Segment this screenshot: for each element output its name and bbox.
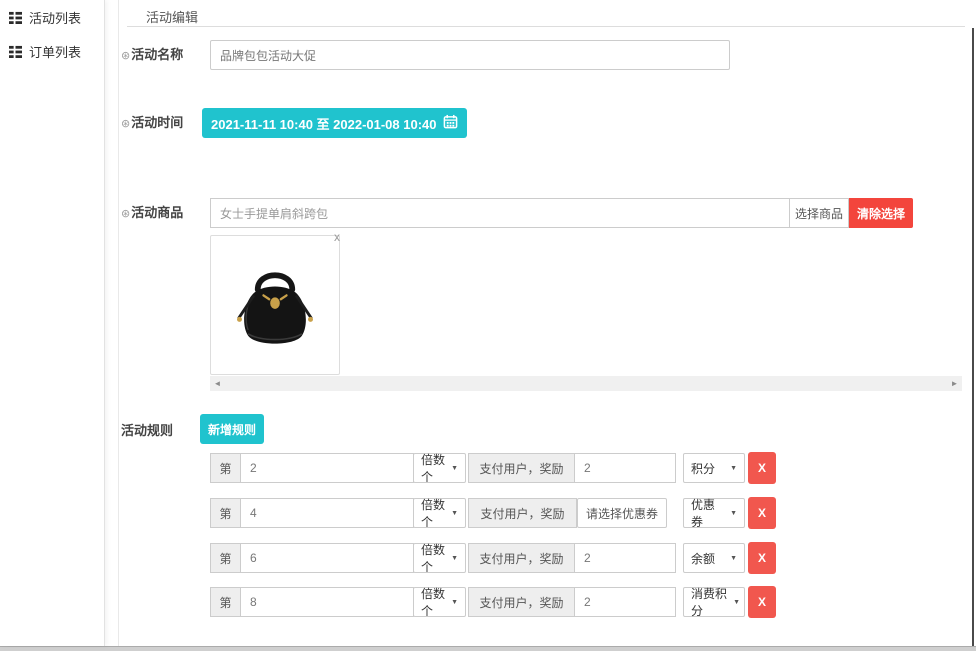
rule-unit-select[interactable]: 倍数个▼ (413, 587, 466, 617)
chevron-down-icon: ▼ (733, 599, 740, 606)
sidebar-item-order-list[interactable]: 订单列表 (9, 42, 81, 61)
rule-prefix: 第 (210, 543, 241, 573)
sidebar-item-label: 活动列表 (29, 8, 81, 27)
delete-rule-button[interactable]: X (748, 586, 776, 618)
activity-time-label: ⊛活动时间 (121, 112, 183, 131)
chevron-down-icon: ▼ (451, 599, 458, 606)
chevron-down-icon: ▼ (730, 510, 737, 517)
scroll-left-icon[interactable]: ◄ (210, 376, 225, 391)
horizontal-scrollbar[interactable]: ◄ ► (210, 376, 962, 391)
tab-underline (127, 26, 965, 27)
list-icon (9, 45, 22, 58)
activity-product-label: ⊛活动商品 (121, 202, 183, 221)
activity-edit-page: 活动列表 订单列表 活动编辑 ⊛活动名称 ⊛活动时间 2021-11-11 10… (0, 0, 976, 651)
delete-rule-button[interactable]: X (748, 542, 776, 574)
rule-count-input[interactable] (240, 587, 414, 617)
activity-time-range-button[interactable]: 2021-11-11 10:40 至 2022-01-08 10:40 (202, 108, 467, 138)
rule-prefix: 第 (210, 453, 241, 483)
product-name-input[interactable] (210, 198, 790, 228)
sidebar: 活动列表 订单列表 (0, 0, 105, 646)
time-range-text: 2021-11-11 10:40 至 2022-01-08 10:40 (211, 114, 437, 133)
chevron-down-icon: ▼ (451, 510, 458, 517)
rule-prefix: 第 (210, 587, 241, 617)
rule-count-input[interactable] (240, 498, 414, 528)
chevron-down-icon: ▼ (730, 555, 737, 562)
sidebar-item-activity-list[interactable]: 活动列表 (9, 8, 81, 27)
panel-left-border (118, 0, 119, 646)
rule-reward-input[interactable] (574, 453, 676, 483)
required-icon: ⊛ (121, 208, 130, 220)
delete-rule-button[interactable]: X (748, 497, 776, 529)
rule-reward-label: 支付用户，奖励 (468, 543, 575, 573)
product-image (210, 235, 340, 375)
calendar-icon (443, 114, 458, 132)
remove-product-icon[interactable]: x (334, 231, 340, 243)
rule-reward-input[interactable] (574, 587, 676, 617)
clear-selection-button[interactable]: 清除选择 (849, 198, 913, 228)
rule-unit-select[interactable]: 倍数个▼ (413, 498, 466, 528)
rule-reward-label: 支付用户，奖励 (468, 453, 575, 483)
rule-type-select[interactable]: 余额▼ (683, 543, 745, 573)
rule-type-select[interactable]: 优惠券▼ (683, 498, 745, 528)
required-icon: ⊛ (121, 50, 130, 62)
chevron-down-icon: ▼ (730, 465, 737, 472)
rule-reward-input[interactable] (574, 543, 676, 573)
activity-rules-label: 活动规则 (121, 420, 173, 439)
page-bottom-bar (0, 646, 976, 651)
activity-name-label: ⊛活动名称 (121, 44, 183, 63)
required-icon: ⊛ (121, 118, 130, 130)
select-coupon-button[interactable]: 请选择优惠券 (577, 498, 667, 528)
delete-rule-button[interactable]: X (748, 452, 776, 484)
rule-count-input[interactable] (240, 543, 414, 573)
rule-unit-select[interactable]: 倍数个▼ (413, 543, 466, 573)
list-icon (9, 11, 22, 24)
rule-prefix: 第 (210, 498, 241, 528)
handbag-graphic (227, 249, 323, 361)
chevron-down-icon: ▼ (451, 555, 458, 562)
rule-reward-label: 支付用户，奖励 (468, 498, 577, 528)
rule-count-input[interactable] (240, 453, 414, 483)
tab-activity-edit[interactable]: 活动编辑 (146, 7, 198, 26)
add-rule-button[interactable]: 新增规则 (200, 414, 264, 444)
rule-reward-label: 支付用户，奖励 (468, 587, 575, 617)
rule-type-select[interactable]: 消费积分▼ (683, 587, 745, 617)
chevron-down-icon: ▼ (451, 465, 458, 472)
activity-name-input[interactable] (210, 40, 730, 70)
rule-unit-select[interactable]: 倍数个▼ (413, 453, 466, 483)
panel-right-border (972, 28, 974, 646)
select-product-button[interactable]: 选择商品 (789, 198, 849, 228)
scroll-right-icon[interactable]: ► (947, 376, 962, 391)
sidebar-item-label: 订单列表 (29, 42, 81, 61)
rule-type-select[interactable]: 积分▼ (683, 453, 745, 483)
